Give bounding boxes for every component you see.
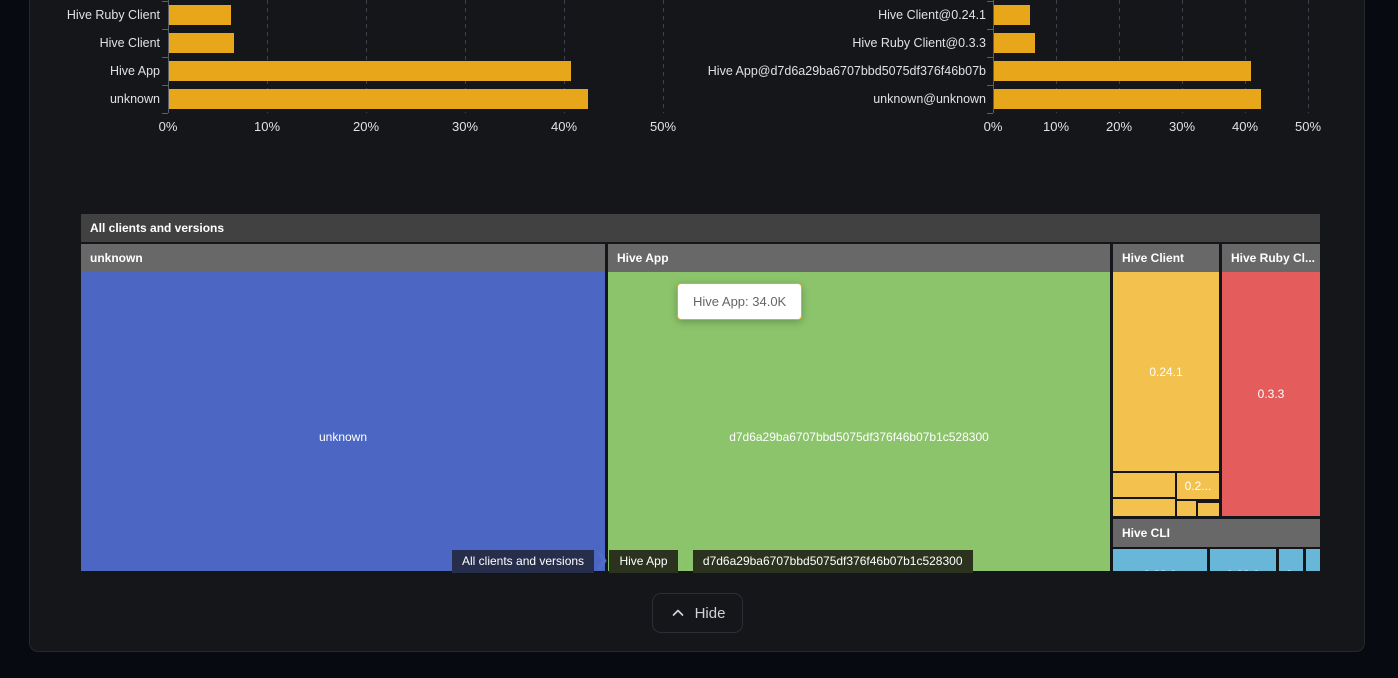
treemap-cell[interactable] xyxy=(1113,499,1175,516)
x-tick-label: 50% xyxy=(1278,119,1338,134)
bar[interactable] xyxy=(169,5,231,25)
x-tick-label: 20% xyxy=(336,119,396,134)
treemap-node-header[interactable]: Hive Client xyxy=(1113,244,1219,272)
breadcrumb-item-version-hash[interactable]: d7d6a29ba6707bbd5075df376f46b07b1c528300 xyxy=(693,550,973,573)
x-tick-label: 10% xyxy=(1026,119,1086,134)
axis-tick xyxy=(162,85,168,86)
treemap-node-header[interactable]: Hive CLI xyxy=(1113,519,1320,547)
treemap-tooltip: Hive App: 34.0K xyxy=(677,283,802,320)
category-label: Hive App@d7d6a29ba6707bbd5075df376f46b07… xyxy=(566,57,986,85)
treemap-cell[interactable] xyxy=(1198,503,1219,516)
breadcrumb-item-hive-app[interactable]: Hive App xyxy=(609,550,677,573)
category-label: Hive Ruby Client xyxy=(0,1,160,29)
hide-button[interactable]: Hide xyxy=(652,593,743,633)
bar[interactable] xyxy=(994,61,1251,81)
category-label: Hive Client@0.24.1 xyxy=(566,1,986,29)
x-tick-label: 10% xyxy=(237,119,297,134)
x-tick-label: 40% xyxy=(534,119,594,134)
bar[interactable] xyxy=(994,5,1030,25)
treemap-cell[interactable]: 0.2... xyxy=(1177,473,1219,499)
treemap-cell[interactable]: 0.3.3 xyxy=(1222,272,1320,516)
treemap-breadcrumb: All clients and versions ❯ Hive App ❯ d7… xyxy=(452,550,973,573)
x-tick-label: 30% xyxy=(435,119,495,134)
treemap-cell[interactable] xyxy=(1306,549,1320,571)
axis-tick xyxy=(162,57,168,58)
axis-tick xyxy=(987,113,993,114)
treemap-all-clients-versions: All clients and versions unknownunknownH… xyxy=(81,214,1320,571)
axis-tick xyxy=(987,29,993,30)
category-label: Hive Client xyxy=(0,29,160,57)
chevron-up-icon xyxy=(670,605,686,621)
axis-tick xyxy=(162,29,168,30)
hide-button-label: Hide xyxy=(695,605,726,622)
axis-tick xyxy=(162,113,168,114)
bar[interactable] xyxy=(994,89,1261,109)
bar[interactable] xyxy=(169,61,571,81)
treemap-cell[interactable]: 0.23.0 xyxy=(1210,549,1276,571)
category-label: unknown xyxy=(0,85,160,113)
x-tick-label: 30% xyxy=(1152,119,1212,134)
axis-tick xyxy=(987,85,993,86)
x-tick-label: 0% xyxy=(138,119,198,134)
treemap-node-header[interactable]: unknown xyxy=(81,244,605,272)
axis-tick xyxy=(987,57,993,58)
x-tick-label: 50% xyxy=(633,119,693,134)
bar[interactable] xyxy=(169,33,234,53)
category-label: Hive Ruby Client@0.3.3 xyxy=(566,29,986,57)
axis-tick xyxy=(987,1,993,2)
treemap-cell[interactable]: 0. xyxy=(1279,549,1303,571)
treemap-cell[interactable]: unknown xyxy=(81,272,605,571)
treemap-cell[interactable]: 0.23.0 xyxy=(1113,549,1207,571)
treemap-node-header[interactable]: Hive App xyxy=(608,244,1110,272)
treemap-title-bar[interactable]: All clients and versions xyxy=(81,214,1320,242)
bar[interactable] xyxy=(169,89,588,109)
treemap-cell[interactable] xyxy=(1113,473,1175,497)
treemap-node-header[interactable]: Hive Ruby Cl... xyxy=(1222,244,1320,272)
axis-tick xyxy=(162,1,168,2)
x-tick-label: 40% xyxy=(1215,119,1275,134)
treemap-cell[interactable] xyxy=(1177,501,1196,516)
gridline xyxy=(1308,0,1309,113)
x-tick-label: 0% xyxy=(963,119,1023,134)
category-label: Hive App xyxy=(0,57,160,85)
treemap-cell[interactable]: 0.24.1 xyxy=(1113,272,1219,471)
bar[interactable] xyxy=(994,33,1035,53)
chevron-right-icon: ❯ xyxy=(594,550,609,573)
category-label: unknown@unknown xyxy=(566,85,986,113)
x-tick-label: 20% xyxy=(1089,119,1149,134)
breadcrumb-item-root[interactable]: All clients and versions xyxy=(452,550,594,573)
chevron-right-icon: ❯ xyxy=(678,550,693,573)
